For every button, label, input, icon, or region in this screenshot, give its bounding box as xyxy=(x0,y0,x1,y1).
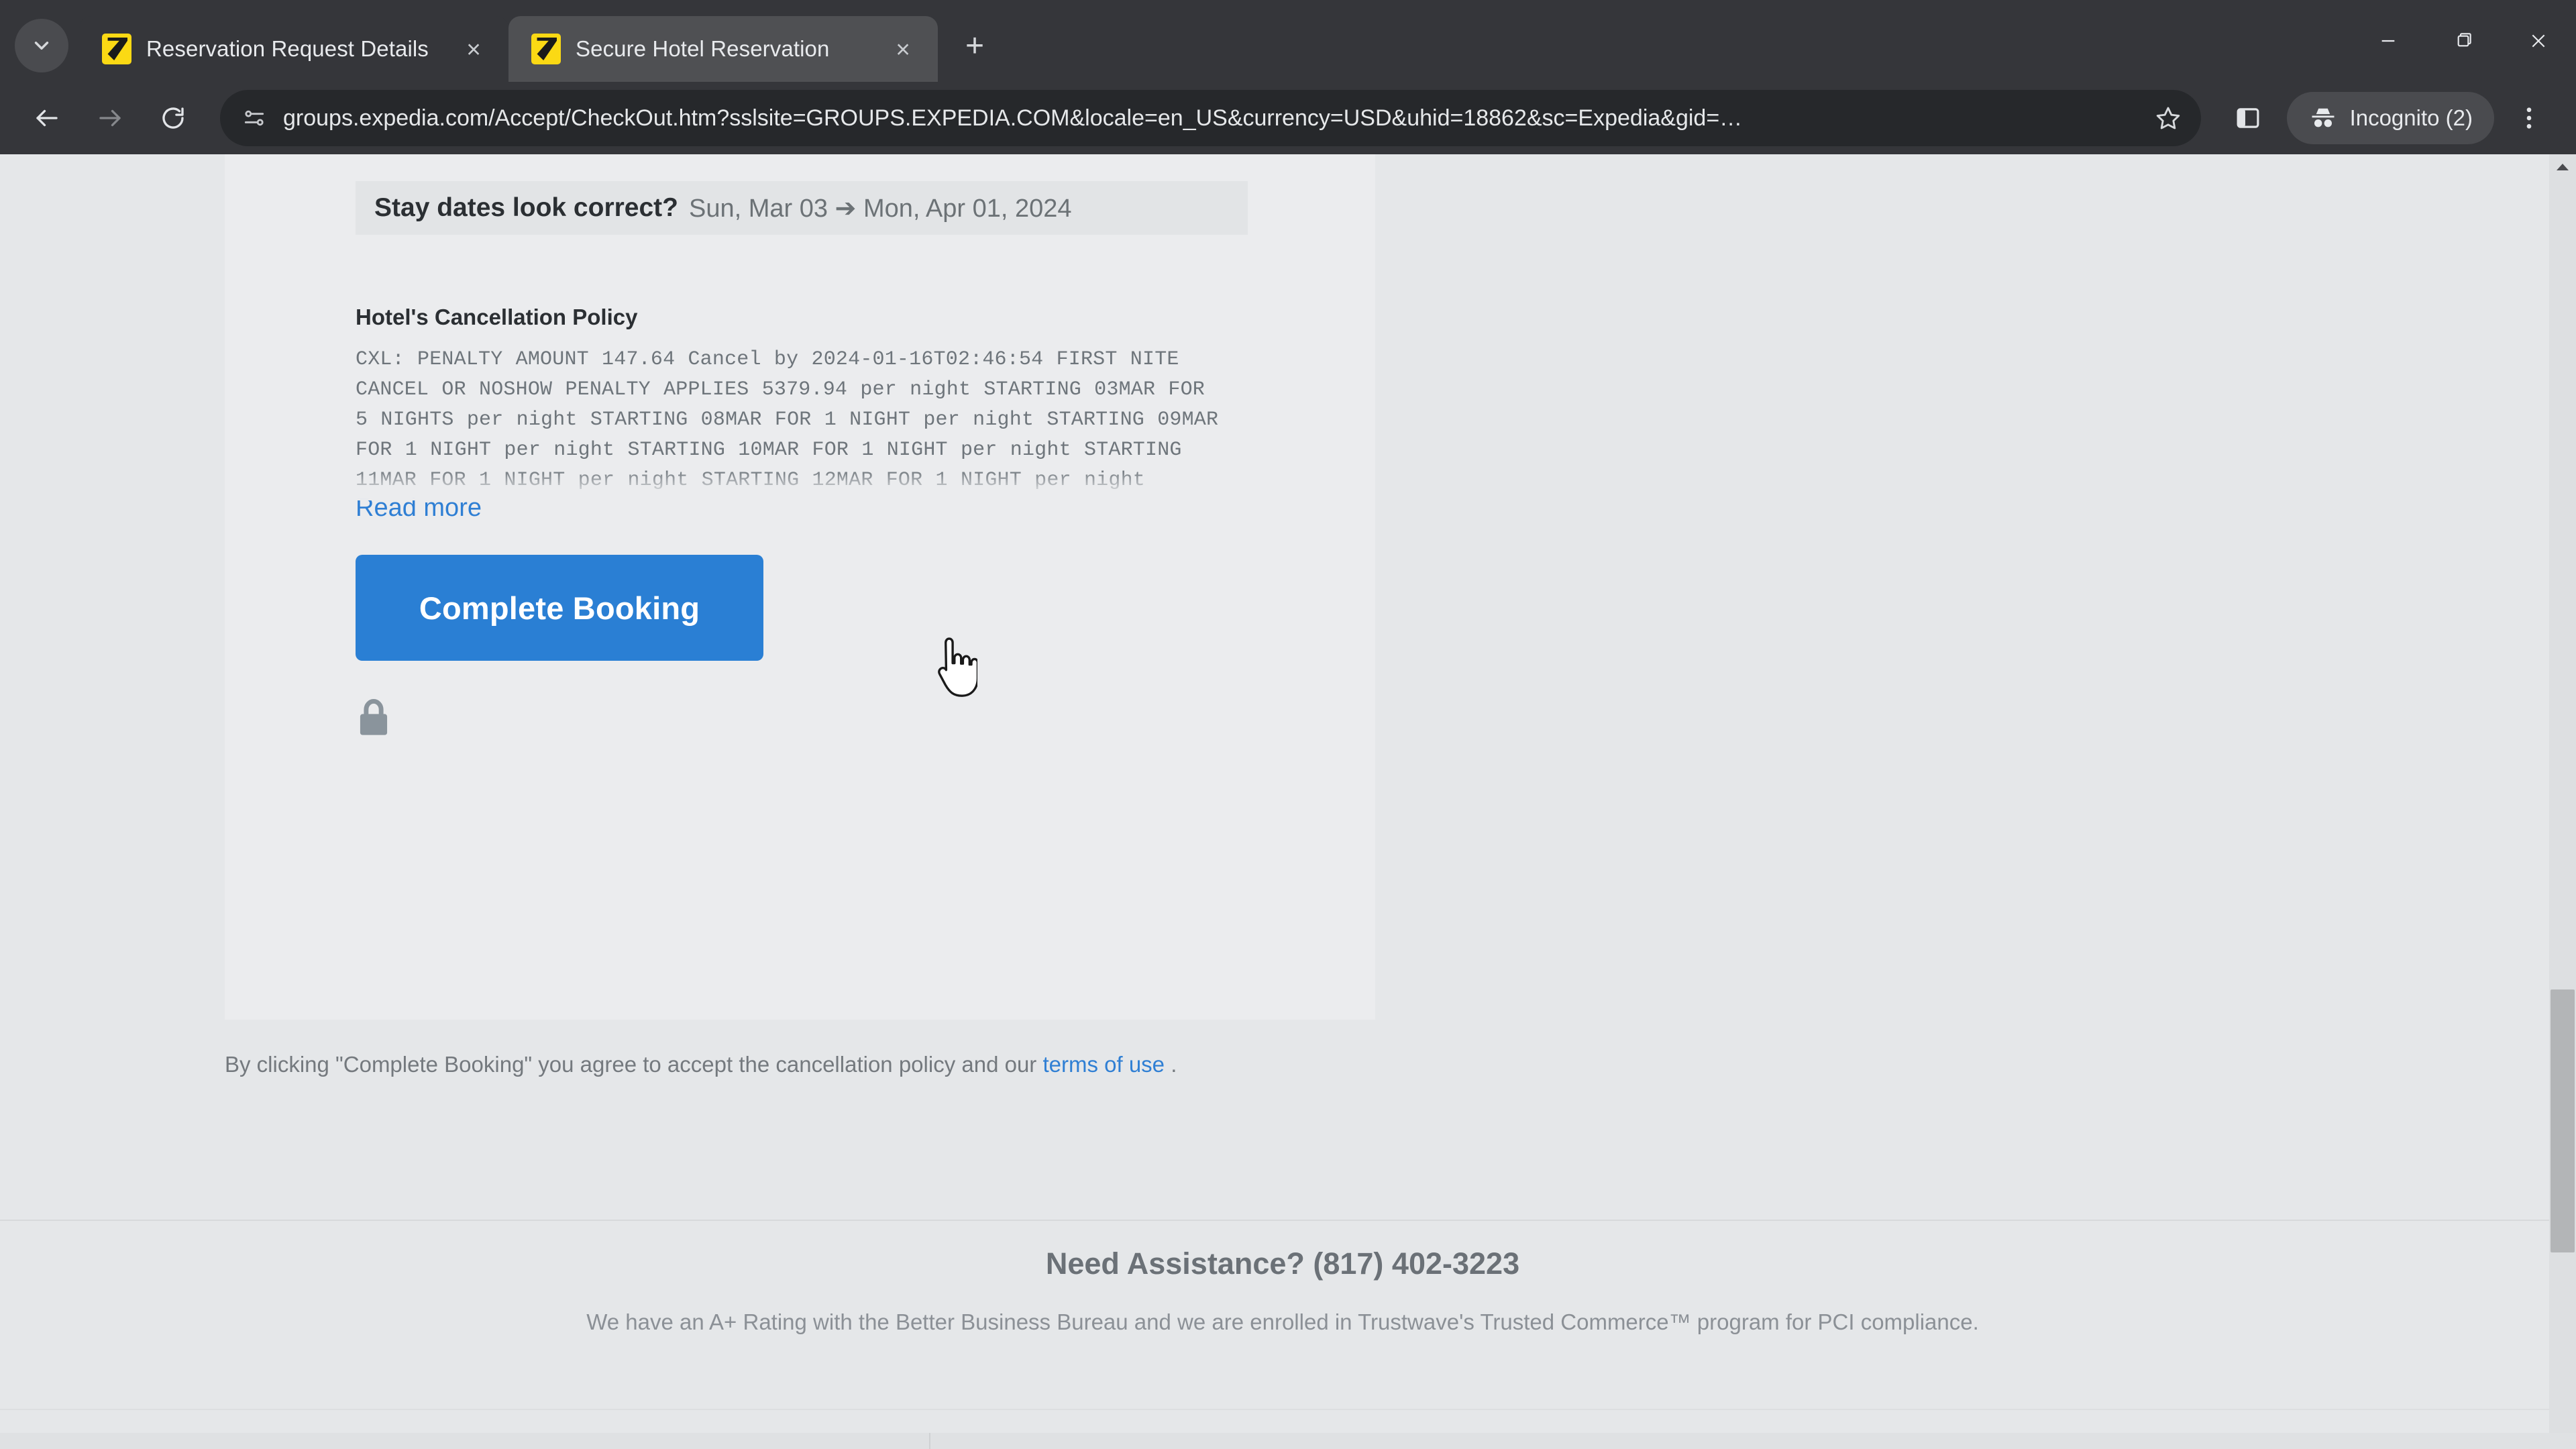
lock-icon xyxy=(360,699,388,735)
incognito-label: Incognito (2) xyxy=(2349,105,2473,130)
side-panel-button[interactable] xyxy=(2220,90,2276,146)
terms-of-use-link[interactable]: terms of use xyxy=(1042,1052,1165,1077)
scroll-up-arrow-icon xyxy=(2557,164,2569,170)
bottom-strip-edge xyxy=(929,1433,930,1449)
assistance-title: Need Assistance? (817) 402-3223 xyxy=(1045,1246,1520,1281)
pointer-hand-cursor xyxy=(938,637,977,697)
page-viewport: Stay dates look correct? Sun, Mar 03 ➔ M… xyxy=(0,154,2576,1449)
window-controls xyxy=(2351,0,2576,82)
url-text: groups.expedia.com/Accept/CheckOut.htm?s… xyxy=(283,105,1743,131)
forward-button[interactable] xyxy=(82,90,138,146)
close-icon xyxy=(2532,34,2545,48)
site-settings-icon[interactable] xyxy=(237,101,271,135)
complete-booking-button[interactable]: Complete Booking xyxy=(356,555,763,661)
cta-area: Complete Booking xyxy=(356,555,1228,697)
agreement-prefix: By clicking "Complete Booking" you agree… xyxy=(225,1052,1037,1077)
stay-dates-banner: Stay dates look correct? Sun, Mar 03 ➔ M… xyxy=(356,181,1248,235)
reload-icon xyxy=(162,107,184,129)
tab-secure-hotel-reservation[interactable]: Secure Hotel Reservation × xyxy=(508,16,938,82)
scroll-up-button[interactable] xyxy=(2549,154,2576,180)
expedia-logo-icon xyxy=(531,34,561,64)
tab-close-button[interactable]: × xyxy=(885,32,920,66)
back-arrow-icon xyxy=(36,109,58,127)
assistance-section: Need Assistance? (817) 402-3223 We have … xyxy=(0,1246,2565,1335)
back-button[interactable] xyxy=(19,90,75,146)
tab-title: Secure Hotel Reservation xyxy=(576,36,830,61)
scrollbar-thumb[interactable] xyxy=(2551,989,2575,1252)
forward-arrow-icon xyxy=(99,109,121,127)
legal-divider xyxy=(0,1409,2565,1410)
stay-dates-question: Stay dates look correct? xyxy=(374,193,678,222)
reload-button[interactable] xyxy=(145,90,201,146)
minimize-button[interactable] xyxy=(2351,0,2426,82)
browser-menu-button[interactable] xyxy=(2501,90,2557,146)
cancellation-policy-title: Hotel's Cancellation Policy xyxy=(356,305,638,329)
bookmark-button[interactable] xyxy=(2147,97,2189,139)
stay-dates-value: Sun, Mar 03 ➔ Mon, Apr 01, 2024 xyxy=(689,194,1072,223)
maximize-icon xyxy=(2457,33,2471,47)
tab-title: Reservation Request Details xyxy=(146,36,429,61)
three-dot-menu-icon xyxy=(2526,107,2532,129)
assistance-subtitle: We have an A+ Rating with the Better Bus… xyxy=(586,1309,1979,1334)
checkout-card: Stay dates look correct? Sun, Mar 03 ➔ M… xyxy=(225,154,1375,1020)
tab-search-button[interactable] xyxy=(15,19,68,72)
footer-divider xyxy=(0,1220,2565,1221)
incognito-indicator[interactable]: Incognito (2) xyxy=(2286,92,2494,144)
vertical-scrollbar[interactable] xyxy=(2549,154,2576,1449)
star-icon xyxy=(2156,107,2180,129)
tab-close-button[interactable]: × xyxy=(456,32,491,66)
close-window-button[interactable] xyxy=(2501,0,2576,82)
new-tab-button[interactable]: + xyxy=(953,24,997,68)
side-panel-icon xyxy=(2237,108,2259,128)
browser-toolbar: groups.expedia.com/Accept/CheckOut.htm?s… xyxy=(0,82,2576,154)
chevron-down-icon xyxy=(34,42,49,50)
tab-reservation-request-details[interactable]: Reservation Request Details × xyxy=(79,16,508,82)
expedia-logo-icon xyxy=(102,34,131,64)
cancellation-policy-text: CXL: PENALTY AMOUNT 147.64 Cancel by 202… xyxy=(356,345,1228,500)
minimize-icon xyxy=(2381,40,2395,42)
page-content: Stay dates look correct? Sun, Mar 03 ➔ M… xyxy=(0,154,2576,1449)
agreement-text: By clicking "Complete Booking" you agree… xyxy=(225,1052,1969,1077)
maximize-button[interactable] xyxy=(2426,0,2501,82)
sliders-icon xyxy=(244,110,264,126)
page-bottom-strip xyxy=(0,1433,2576,1449)
tab-strip: Reservation Request Details × Secure Hot… xyxy=(0,0,2576,82)
agreement-suffix: . xyxy=(1171,1052,1177,1077)
address-bar[interactable]: groups.expedia.com/Accept/CheckOut.htm?s… xyxy=(220,90,2201,146)
incognito-icon xyxy=(2312,108,2334,127)
browser-window: Reservation Request Details × Secure Hot… xyxy=(0,0,2576,1449)
